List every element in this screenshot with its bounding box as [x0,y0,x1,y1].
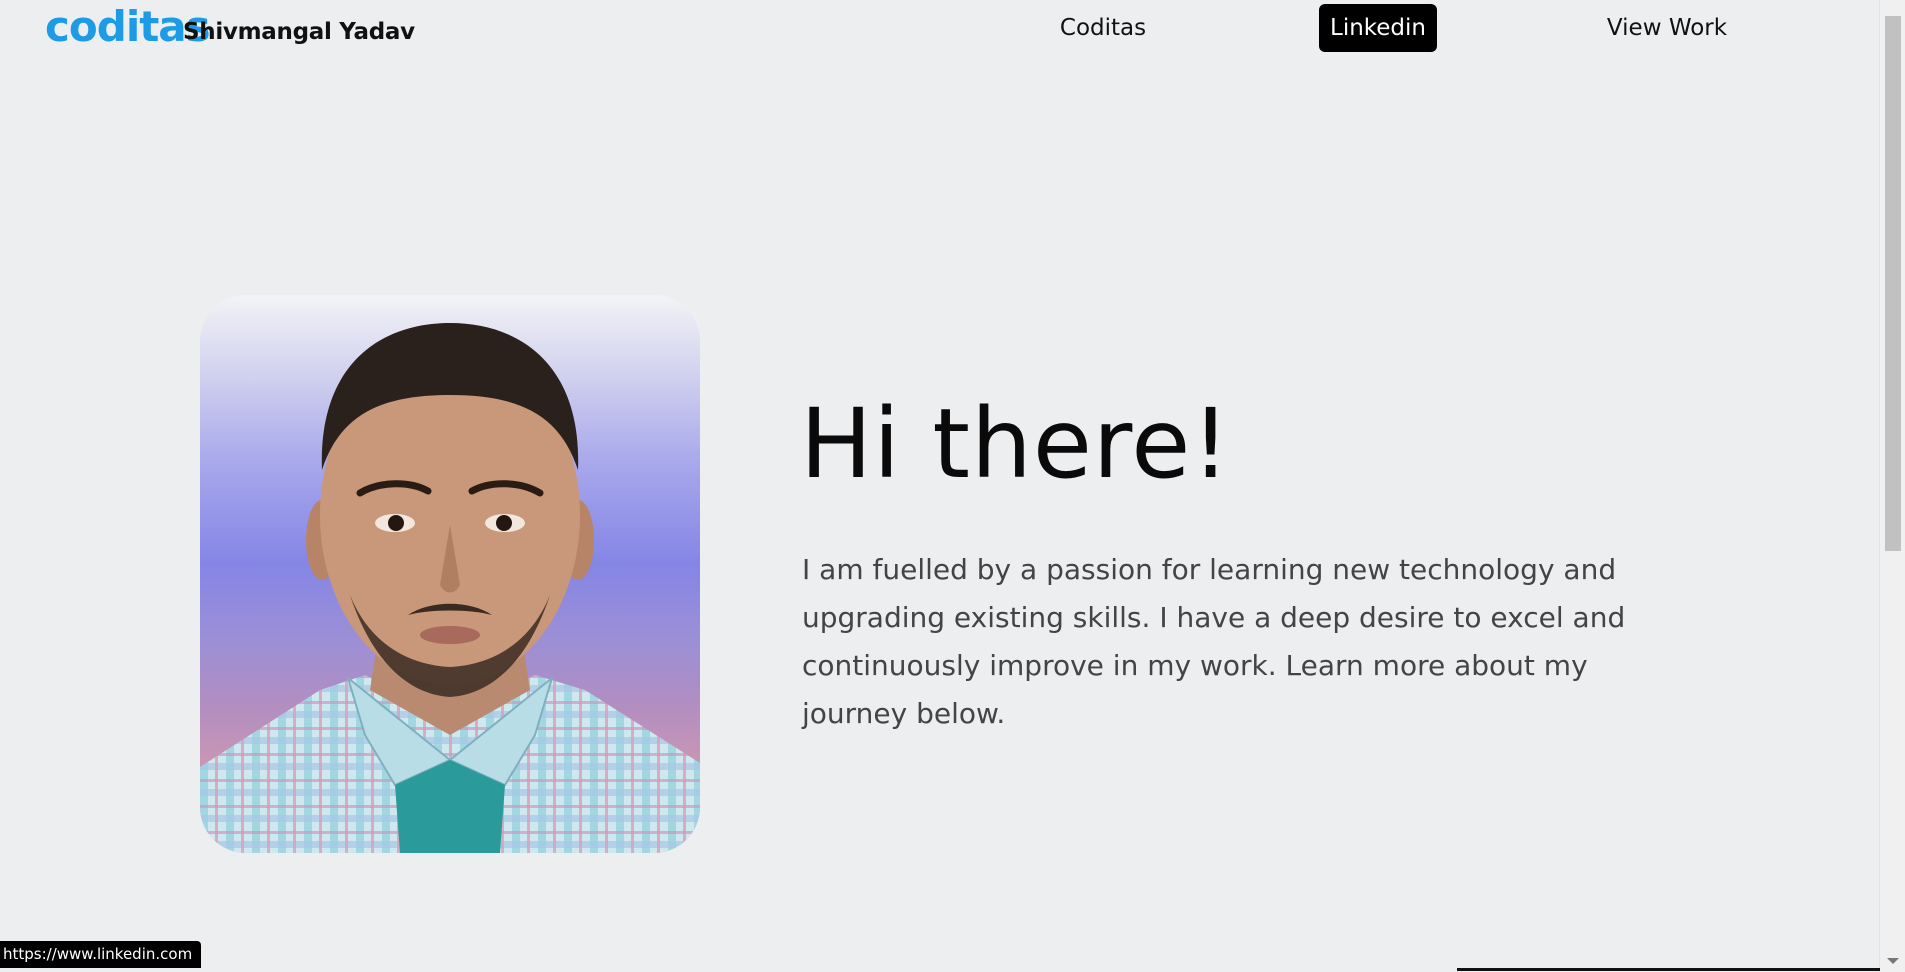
nav-linkedin-link[interactable]: Linkedin [1319,4,1437,52]
bottom-divider [1457,968,1880,971]
scroll-down-arrow-icon[interactable] [1887,958,1899,964]
nav-view-work-link[interactable]: View Work [1598,4,1736,52]
profile-photo [200,295,700,853]
hero-description: I am fuelled by a passion for learning n… [802,553,1626,730]
hero-title: Hi there! [800,388,1231,500]
page: coditas Shivmangal Yadav Coditas Linkedi… [0,0,1905,972]
brand-name: Shivmangal Yadav [183,19,415,45]
nav-coditas-link[interactable]: Coditas [1043,4,1163,52]
scrollbar-thumb[interactable] [1885,16,1901,551]
site-header: coditas Shivmangal Yadav Coditas Linkedi… [0,0,1880,62]
status-bar-url: https://www.linkedin.com [0,941,202,968]
vertical-scrollbar[interactable] [1879,0,1905,972]
